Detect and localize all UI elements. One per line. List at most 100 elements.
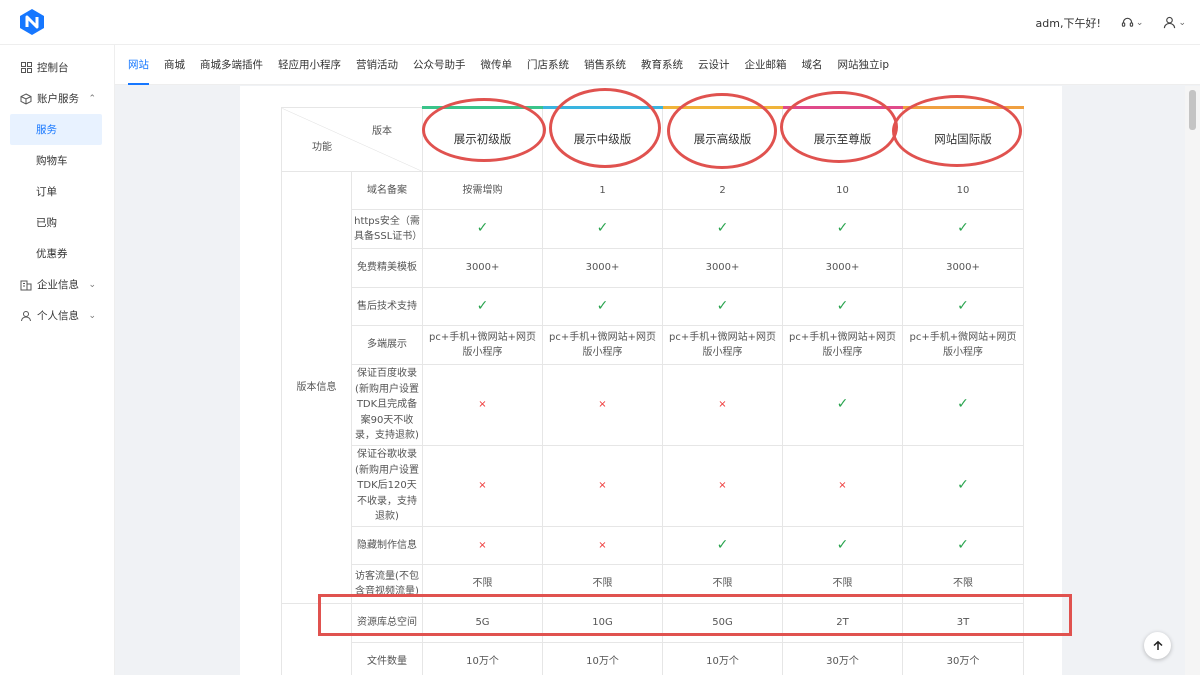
table-cell: ×: [662, 364, 783, 446]
scrollbar-thumb[interactable]: [1189, 90, 1196, 130]
feature-label: 域名备案: [351, 171, 423, 210]
sidebar-item-label: 服务: [36, 124, 57, 136]
cross-icon: ×: [718, 399, 727, 411]
nav-tab-mall-plugin[interactable]: 商城多端插件: [200, 45, 263, 85]
plan-header: 展示中级版: [542, 106, 663, 172]
table-cell: 50G: [662, 603, 783, 643]
nav-tab-enterprise-mail[interactable]: 企业邮箱: [745, 45, 787, 85]
nav-tab-store-system[interactable]: 门店系统: [527, 45, 569, 85]
sidebar-item-cart[interactable]: 购物车: [0, 145, 114, 176]
table-cell: ×: [542, 364, 663, 446]
user-menu[interactable]: ⌄: [1163, 16, 1186, 29]
table-cell: 30万个: [782, 642, 903, 675]
table-cell: 3000+: [542, 248, 663, 288]
sidebar-item-label: 账户服务: [37, 93, 79, 105]
table-cell: 3T: [902, 603, 1024, 643]
product-nav: 网站 商城 商城多端插件 轻应用小程序 营销活动 公众号助手 微传单 门店系统 …: [115, 45, 1200, 85]
user-greeting[interactable]: adm,下午好!: [1036, 15, 1101, 31]
table-cell: ✓: [782, 209, 903, 249]
sidebar-item-label: 个人信息: [37, 310, 79, 322]
user-icon: [20, 310, 32, 322]
table-cell: 10G: [542, 603, 663, 643]
table-cell: ×: [542, 526, 663, 565]
sidebar-item-console[interactable]: 控制台: [0, 52, 114, 83]
cross-icon: ×: [598, 480, 607, 492]
check-icon: ✓: [836, 396, 849, 413]
sidebar-item-label: 已购: [36, 217, 57, 229]
nav-tab-mall[interactable]: 商城: [164, 45, 185, 85]
chevron-down-icon: ⌄: [1178, 17, 1186, 28]
table-cell: ×: [542, 445, 663, 527]
logo-icon[interactable]: [18, 8, 46, 36]
table-cell: ✓: [662, 209, 783, 249]
sidebar-item-label: 企业信息: [37, 279, 79, 291]
check-icon: ✓: [596, 220, 609, 237]
table-corner-header: 版本 功能: [281, 107, 423, 172]
table-cell: 10万个: [662, 642, 783, 675]
cross-icon: ×: [598, 399, 607, 411]
support-menu[interactable]: ⌄: [1121, 16, 1143, 29]
table-cell: ✓: [422, 209, 543, 249]
table-cell: ×: [662, 445, 783, 527]
table-cell: 5G: [422, 603, 543, 643]
sidebar-item-personal[interactable]: 个人信息 ⌄: [0, 300, 114, 331]
sidebar-item-label: 优惠券: [36, 248, 68, 260]
nav-tab-cloud-design[interactable]: 云设计: [698, 45, 730, 85]
chevron-down-icon: ⌄: [88, 310, 96, 321]
nav-tab-official-account[interactable]: 公众号助手: [413, 45, 466, 85]
table-cell: 不限: [902, 564, 1024, 604]
table-cell: ✓: [662, 526, 783, 565]
check-icon: ✓: [957, 477, 969, 494]
header-version-label: 版本: [372, 126, 392, 137]
table-cell: ✓: [782, 364, 903, 446]
feature-label: 保证谷歌收录(新购用户设置TDK后120天不收录，支持退款): [351, 445, 423, 527]
nav-tab-mini-program[interactable]: 轻应用小程序: [278, 45, 341, 85]
sidebar-item-purchased[interactable]: 已购: [0, 207, 114, 238]
nav-tab-sales-system[interactable]: 销售系统: [584, 45, 626, 85]
feature-label: 资源库总空间: [351, 603, 423, 643]
table-cell: 按需增购: [422, 171, 543, 210]
feature-label: https安全（需具备SSL证书）: [351, 209, 423, 249]
table-cell: ✓: [782, 287, 903, 326]
check-icon: ✓: [957, 396, 969, 413]
sidebar-item-account[interactable]: 账户服务 ⌃: [0, 83, 114, 114]
feature-label: 多端展示: [351, 325, 423, 365]
sidebar-item-company[interactable]: 企业信息 ⌄: [0, 269, 114, 300]
headset-icon: [1121, 17, 1134, 27]
table-cell: 10万个: [542, 642, 663, 675]
nav-tab-website[interactable]: 网站: [128, 45, 149, 85]
table-cell: pc+手机+微网站+网页版小程序: [542, 325, 663, 365]
nav-tab-micro-flyer[interactable]: 微传单: [481, 45, 513, 85]
grid-icon: [20, 62, 32, 74]
sidebar-item-services[interactable]: 服务: [10, 114, 102, 145]
plan-header: 展示初级版: [422, 106, 543, 172]
group-label: 版本信息: [281, 171, 352, 604]
sidebar-item-label: 订单: [36, 186, 57, 198]
plan-header: 网站国际版: [902, 106, 1024, 172]
check-icon: ✓: [836, 536, 849, 553]
sidebar-item-coupons[interactable]: 优惠券: [0, 238, 114, 269]
table-cell: ✓: [902, 287, 1024, 326]
chevron-up-icon: ⌃: [88, 93, 96, 104]
table-cell: 3000+: [782, 248, 903, 288]
cross-icon: ×: [478, 480, 487, 492]
table-cell: ✓: [902, 364, 1024, 446]
table-cell: ✓: [902, 209, 1024, 249]
nav-tab-education[interactable]: 教育系统: [641, 45, 683, 85]
back-to-top-button[interactable]: [1144, 632, 1171, 659]
table-cell: 10: [782, 171, 903, 210]
nav-tab-domain[interactable]: 域名: [802, 45, 823, 85]
cross-icon: ×: [478, 539, 487, 551]
nav-tab-dedicated-ip[interactable]: 网站独立ip: [838, 45, 890, 85]
header-function-label: 功能: [312, 141, 332, 153]
table-cell: ✓: [782, 526, 903, 565]
check-icon: ✓: [957, 220, 969, 237]
sidebar-item-orders[interactable]: 订单: [0, 176, 114, 207]
table-cell: pc+手机+微网站+网页版小程序: [662, 325, 783, 365]
page-scrollbar[interactable]: [1185, 86, 1200, 675]
check-icon: ✓: [596, 297, 609, 314]
check-icon: ✓: [716, 220, 729, 237]
nav-tab-marketing[interactable]: 营销活动: [356, 45, 398, 85]
check-icon: ✓: [476, 220, 489, 237]
check-icon: ✓: [716, 297, 729, 314]
